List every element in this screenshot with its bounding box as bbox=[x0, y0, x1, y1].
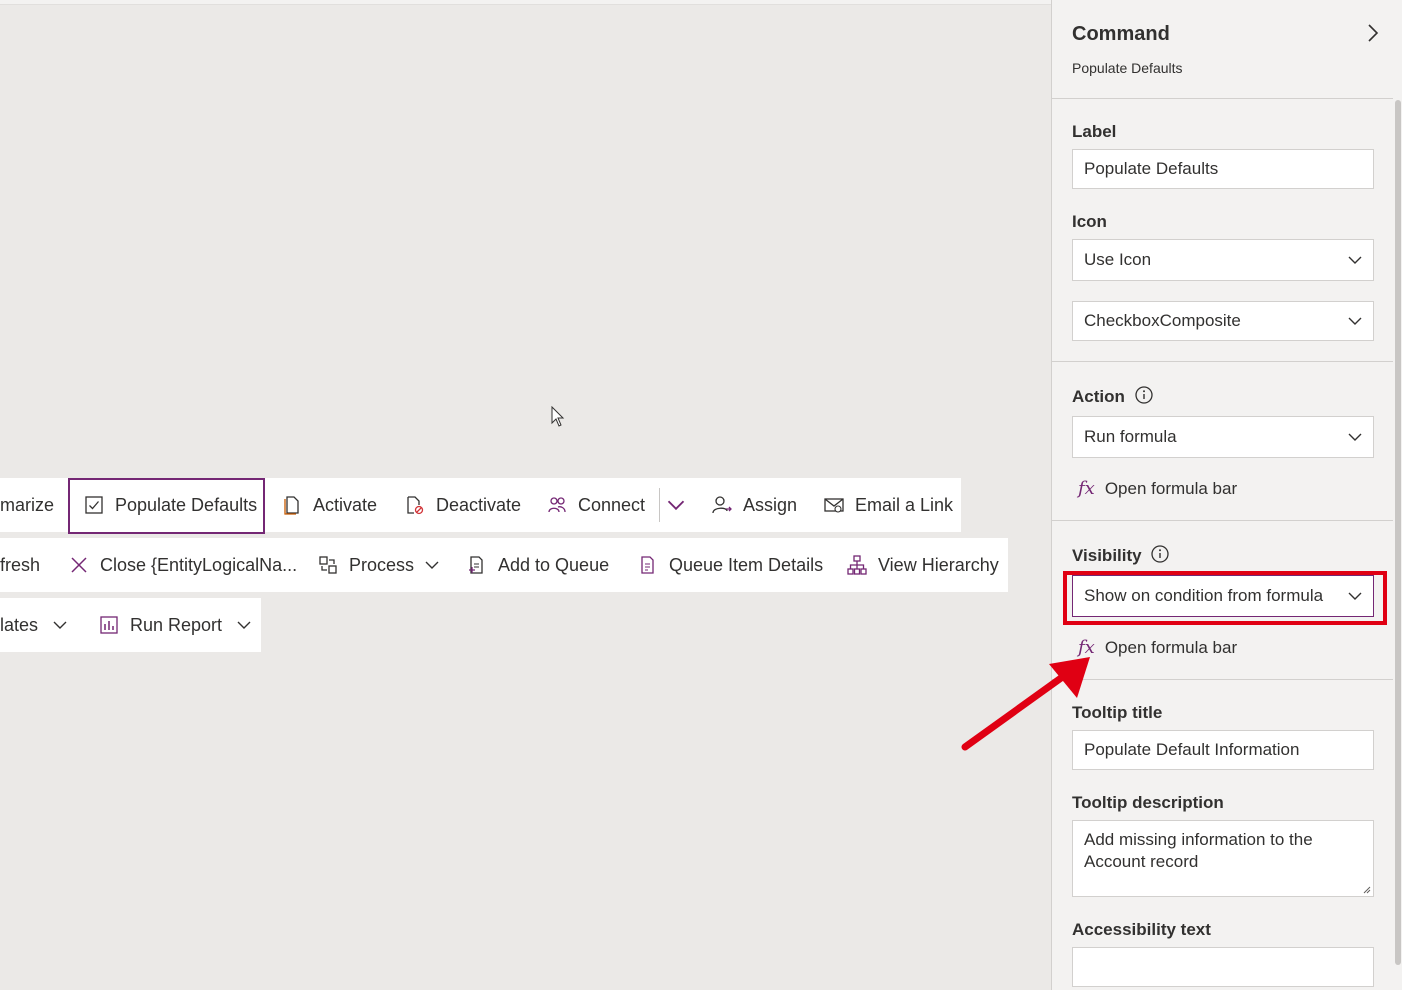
panel-title: Command bbox=[1072, 23, 1170, 45]
panel-header: Command Populate Defaults bbox=[1052, 0, 1402, 99]
action-field-title: Action bbox=[1072, 387, 1125, 406]
deactivate-command[interactable]: Deactivate bbox=[404, 478, 521, 532]
chevron-down-icon bbox=[425, 561, 439, 569]
section-divider bbox=[1052, 679, 1394, 680]
visibility-field-title: Visibility bbox=[1072, 546, 1142, 565]
process-command[interactable]: Process bbox=[317, 538, 440, 592]
fx-icon: fx bbox=[1078, 478, 1095, 499]
mouse-cursor-icon bbox=[551, 406, 565, 427]
deactivate-label: Deactivate bbox=[436, 494, 522, 515]
icon-name-dropdown[interactable]: CheckboxComposite bbox=[1072, 301, 1374, 341]
info-icon[interactable] bbox=[1151, 545, 1169, 563]
chevron-down-icon bbox=[1348, 317, 1362, 325]
action-dropdown[interactable]: Run formula bbox=[1072, 416, 1374, 458]
panel-scrollbar[interactable] bbox=[1393, 98, 1402, 990]
tooltip-title-input[interactable]: Populate Default Information bbox=[1072, 730, 1374, 770]
action-value: Run formula bbox=[1084, 427, 1177, 446]
label-input-value: Populate Defaults bbox=[1084, 159, 1219, 178]
checkbox-composite-icon bbox=[83, 494, 105, 516]
assign-command[interactable]: Assign bbox=[711, 478, 797, 532]
command-bar-row-1: marize Populate Defaults Activate Deacti… bbox=[0, 478, 961, 534]
tooltip-description-textarea[interactable]: Add missing information to the Account r… bbox=[1072, 820, 1374, 897]
chevron-down-icon bbox=[237, 621, 251, 629]
split-divider bbox=[659, 488, 660, 522]
panel-subtitle: Populate Defaults bbox=[1072, 60, 1183, 76]
close-command[interactable]: Close {EntityLogicalNa... bbox=[68, 538, 297, 592]
chevron-down-icon bbox=[1348, 433, 1362, 441]
templates-command[interactable]: lates bbox=[0, 598, 68, 652]
connect-icon bbox=[546, 494, 568, 516]
resize-handle-icon[interactable] bbox=[1361, 884, 1371, 894]
queue-item-details-command[interactable]: Queue Item Details bbox=[637, 538, 823, 592]
view-hierarchy-label: View Hierarchy bbox=[878, 554, 999, 575]
accessibility-text-label: Accessibility text bbox=[1072, 920, 1211, 939]
open-formula-bar-visibility-link[interactable]: fx Open formula bar bbox=[1078, 637, 1237, 658]
add-to-queue-icon bbox=[466, 554, 488, 576]
populate-defaults-command[interactable]: Populate Defaults bbox=[83, 478, 257, 532]
refresh-command[interactable]: fresh bbox=[0, 538, 40, 592]
run-report-label: Run Report bbox=[130, 614, 223, 635]
tooltip-title-value: Populate Default Information bbox=[1084, 740, 1300, 759]
activate-icon bbox=[281, 494, 303, 516]
accessibility-text-input[interactable] bbox=[1072, 947, 1374, 987]
tooltip-description-label: Tooltip description bbox=[1072, 793, 1224, 812]
summarize-label: marize bbox=[0, 494, 55, 515]
close-label: Close {EntityLogicalNa... bbox=[100, 554, 298, 575]
close-icon bbox=[68, 554, 90, 576]
open-formula-bar-label: Open formula bar bbox=[1104, 478, 1238, 498]
add-to-queue-command[interactable]: Add to Queue bbox=[466, 538, 609, 592]
tooltip-description-value: Add missing information to the Account r… bbox=[1084, 830, 1313, 871]
assign-icon bbox=[711, 494, 733, 516]
open-formula-bar-label: Open formula bar bbox=[1104, 637, 1238, 657]
add-to-queue-label: Add to Queue bbox=[498, 554, 610, 575]
templates-label: lates bbox=[0, 614, 39, 635]
activate-command[interactable]: Activate bbox=[281, 478, 377, 532]
section-divider bbox=[1052, 520, 1394, 521]
queue-item-icon bbox=[637, 554, 659, 576]
report-icon bbox=[98, 614, 120, 636]
connect-command[interactable]: Connect bbox=[546, 478, 645, 532]
refresh-label: fresh bbox=[0, 554, 41, 575]
highlight-box bbox=[1063, 571, 1387, 625]
activate-label: Activate bbox=[313, 494, 378, 515]
email-icon bbox=[823, 494, 845, 516]
view-hierarchy-command[interactable]: View Hierarchy bbox=[846, 538, 999, 592]
command-bar-row-2: fresh Close {EntityLogicalNa... Process … bbox=[0, 538, 1008, 592]
chevron-down-icon bbox=[1348, 256, 1362, 264]
run-report-command[interactable]: Run Report bbox=[98, 598, 252, 652]
label-input[interactable]: Populate Defaults bbox=[1072, 149, 1374, 189]
canvas-top-edge bbox=[0, 0, 1051, 5]
connect-label: Connect bbox=[578, 494, 646, 515]
red-arrow-icon bbox=[961, 657, 1090, 751]
label-field-title: Label bbox=[1072, 122, 1117, 141]
populate-defaults-label: Populate Defaults bbox=[115, 494, 258, 515]
open-formula-bar-action-link[interactable]: fx Open formula bar bbox=[1078, 478, 1237, 499]
command-properties-panel: Command Populate Defaults Label Populate… bbox=[1051, 0, 1402, 990]
email-link-command[interactable]: Email a Link bbox=[823, 478, 953, 532]
deactivate-icon bbox=[404, 494, 426, 516]
hierarchy-icon bbox=[846, 554, 868, 576]
email-link-label: Email a Link bbox=[855, 494, 954, 515]
chevron-down-icon bbox=[53, 621, 67, 629]
icon-field-title: Icon bbox=[1072, 212, 1107, 231]
chevron-down-icon bbox=[667, 500, 685, 511]
icon-name-value: CheckboxComposite bbox=[1084, 311, 1241, 330]
process-label: Process bbox=[349, 554, 415, 575]
summarize-command[interactable]: marize bbox=[0, 478, 54, 532]
icon-mode-dropdown[interactable]: Use Icon bbox=[1072, 239, 1374, 281]
section-divider bbox=[1052, 361, 1394, 362]
scrollbar-thumb[interactable] bbox=[1395, 100, 1401, 965]
icon-mode-value: Use Icon bbox=[1084, 250, 1152, 269]
connect-dropdown-button[interactable] bbox=[666, 478, 686, 532]
info-icon[interactable] bbox=[1135, 386, 1153, 404]
command-bar-row-3: lates Run Report bbox=[0, 598, 261, 652]
process-icon bbox=[317, 554, 339, 576]
assign-label: Assign bbox=[743, 494, 798, 515]
chevron-right-icon[interactable] bbox=[1362, 22, 1384, 44]
queue-item-details-label: Queue Item Details bbox=[669, 554, 824, 575]
